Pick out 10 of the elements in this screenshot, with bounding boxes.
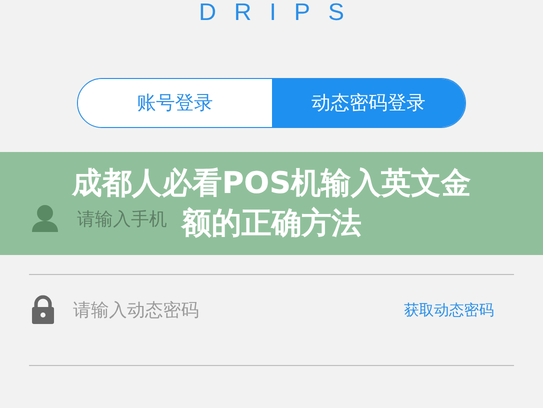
user-icon: [31, 204, 59, 234]
login-tab[interactable]: 动态密码登录: [272, 79, 465, 127]
get-code-link[interactable]: 获取动态密码: [404, 300, 494, 320]
banner-title: 成都人必看POS机输入英文金: [72, 164, 472, 202]
logo: DRIPS: [198, 0, 362, 26]
lock-icon: [31, 295, 55, 325]
input-field[interactable]: 请输入动态密码: [73, 300, 386, 320]
banner-title: 额的正确方法: [182, 204, 362, 242]
login-tab[interactable]: 账号登录: [78, 79, 272, 127]
input-field[interactable]: 请输入手机: [77, 208, 171, 230]
